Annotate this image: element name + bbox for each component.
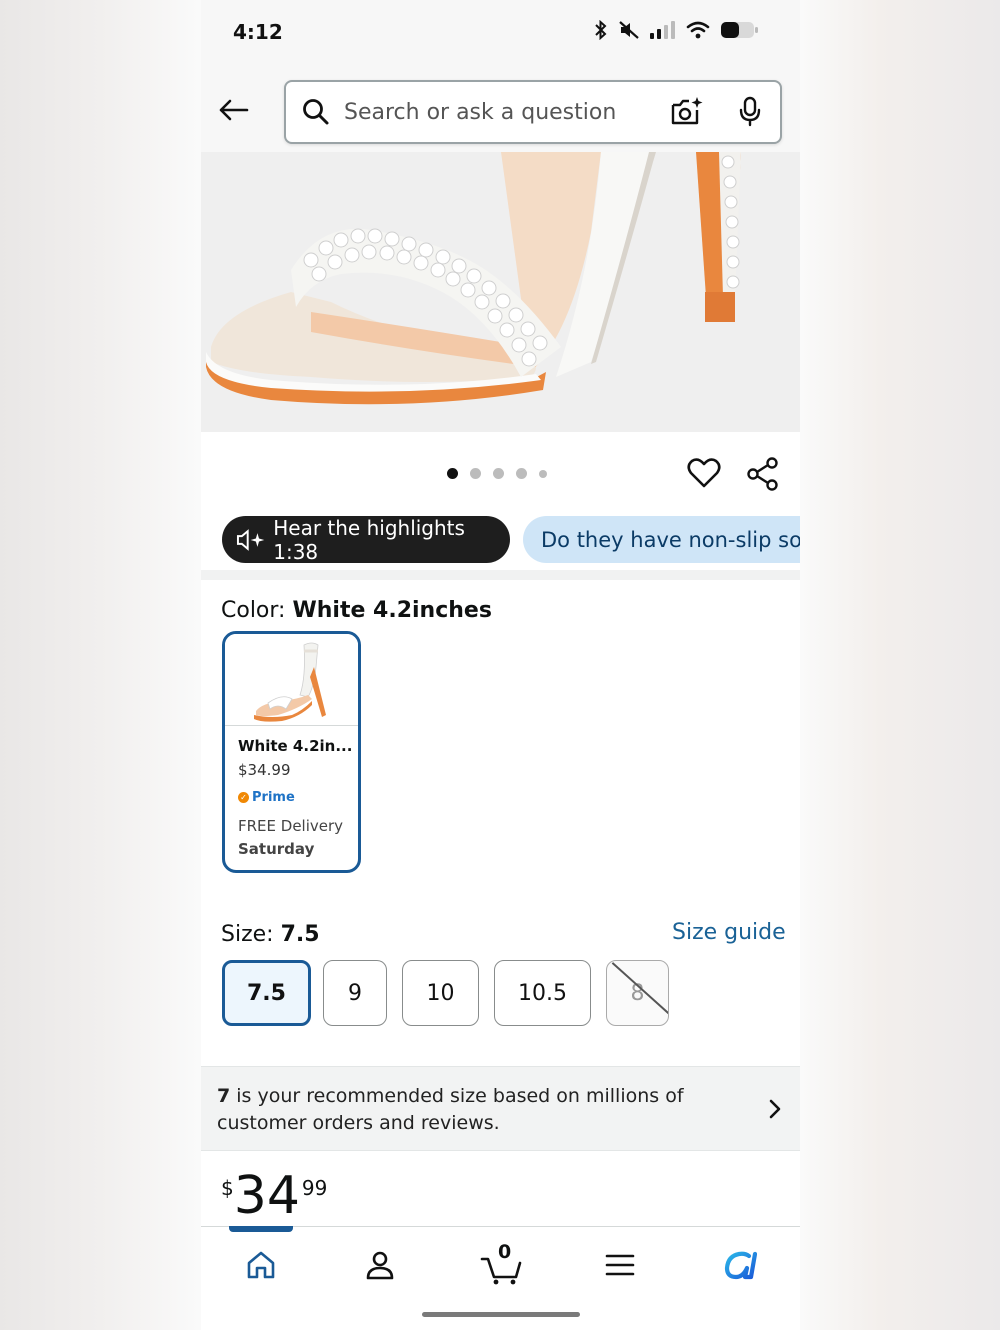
hamburger-menu-icon [605,1254,635,1276]
color-option-card[interactable]: White 4.2in... $34.99 ✓ Prime FREE Delive… [222,631,361,873]
search-header [201,66,800,152]
wifi-icon [686,21,710,39]
home-icon [247,1251,275,1279]
nav-home[interactable] [239,1243,283,1287]
active-tab-indicator [229,1226,293,1232]
hear-highlights-label: Hear the highlights 1:38 [273,515,465,564]
size-guide-link[interactable]: Size guide [672,920,786,945]
pagination-dot[interactable] [516,468,527,479]
size-label: Size: 7.5 [221,922,320,947]
size-option-10[interactable]: 10 [402,960,479,1026]
color-label: Color: White 4.2inches [221,598,492,623]
size-option-10-5[interactable]: 10.5 [494,960,591,1026]
person-icon [366,1251,394,1280]
price-currency: $ [221,1176,234,1200]
price-whole: 34 [233,1166,300,1226]
color-option-price: $34.99 [238,761,291,779]
camera-lens-icon[interactable] [670,96,704,128]
prime-check-icon: ✓ [238,792,249,803]
sandal-photo [201,152,800,432]
battery-icon [721,22,758,38]
chevron-right-icon [769,1099,781,1119]
back-button[interactable] [215,92,251,128]
product-price: $ 34 99 [221,1166,327,1226]
delivery-text: FREE Delivery [238,817,344,835]
suggested-question-label: Do they have non-slip sole [541,527,800,552]
nav-cart[interactable]: 0 [477,1241,527,1287]
price-fraction: 99 [301,1176,328,1200]
cart-count: 0 [498,1241,512,1263]
mute-icon [619,21,639,39]
recommendation-message: is your recommended size based on millio… [217,1085,684,1134]
size-option-9[interactable]: 9 [323,960,387,1026]
arrow-left-icon [219,99,249,121]
recommendation-text: 7 is your recommended size based on mill… [217,1083,717,1137]
size-recommendation[interactable]: 7 is your recommended size based on mill… [201,1066,800,1151]
rufus-assistant-icon [724,1251,757,1280]
search-box[interactable] [284,80,782,144]
size-label-prefix: Size: [221,922,281,947]
size-value: 7.5 [280,922,320,947]
nav-menu[interactable] [598,1243,642,1287]
microphone-icon[interactable] [738,96,762,128]
size-option-8-unavailable[interactable]: 8 [606,960,669,1026]
suggested-question-pill[interactable]: Do they have non-slip sole [523,516,800,563]
sandal-thumbnail [253,642,326,722]
color-option-thumbnail [225,634,358,726]
hear-highlights-button[interactable]: Hear the highlights 1:38 [222,515,510,564]
section-divider [201,570,800,580]
search-input[interactable] [344,92,654,132]
status-time: 4:12 [233,20,283,44]
status-bar: 4:12 [201,0,800,66]
heart-icon[interactable] [687,456,721,490]
size-option-7-5[interactable]: 7.5 [222,960,311,1026]
prime-badge: ✓ Prime [238,790,295,805]
pagination-dot[interactable] [539,469,547,478]
prime-label: Prime [252,790,295,805]
pagination-dot[interactable] [470,468,481,479]
color-option-name: White 4.2in... [238,737,353,755]
color-value: White 4.2inches [292,598,492,623]
home-indicator-bar[interactable] [422,1312,580,1317]
status-icons [594,20,760,40]
image-pagination-dots[interactable] [447,468,547,479]
delivery-day: Saturday [238,840,315,858]
speaker-sparkle-icon [236,528,265,551]
bluetooth-icon [595,20,607,40]
nav-rufus[interactable] [718,1243,762,1287]
nav-account[interactable] [358,1243,402,1287]
pagination-dot[interactable] [493,468,504,479]
share-icon[interactable] [746,457,780,491]
phone-screen: 4:12 Search or ask a question Hear the h… [201,0,800,1330]
search-icon [303,99,329,125]
product-image[interactable] [201,152,800,432]
signal-icon [650,21,675,39]
recommended-size: 7 [217,1085,231,1107]
color-label-prefix: Color: [221,598,293,623]
pagination-dot[interactable] [447,468,458,479]
